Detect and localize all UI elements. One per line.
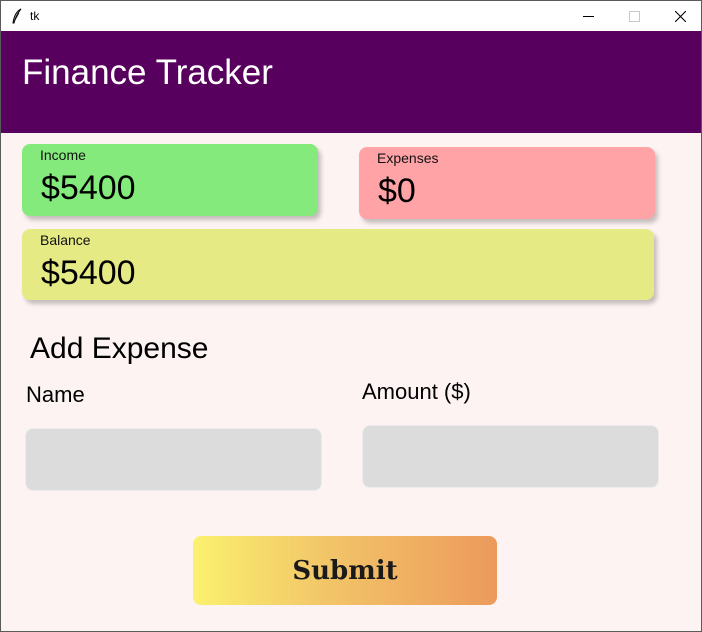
feather-icon [12, 8, 22, 24]
submit-button[interactable]: Submit [193, 536, 497, 605]
maximize-icon [629, 11, 640, 22]
add-expense-heading: Add Expense [30, 332, 209, 365]
balance-label: Balance [40, 232, 91, 248]
app-header: Finance Tracker [1, 31, 701, 133]
expenses-value: $0 [378, 172, 416, 210]
income-card: Income $5400 [22, 144, 318, 216]
name-label: Name [26, 382, 85, 407]
title-bar[interactable]: tk [1, 1, 701, 31]
window-title: tk [30, 9, 40, 23]
expenses-label: Expenses [377, 150, 439, 166]
maximize-button[interactable] [611, 1, 657, 31]
income-label: Income [40, 147, 86, 163]
amount-label: Amount ($) [362, 379, 471, 404]
close-icon [675, 11, 686, 22]
balance-value: $5400 [41, 254, 136, 292]
balance-card: Balance $5400 [22, 229, 654, 300]
close-button[interactable] [657, 1, 701, 31]
name-input[interactable] [25, 428, 322, 491]
minimize-button[interactable] [565, 1, 611, 31]
amount-input[interactable] [362, 425, 659, 488]
minimize-icon [583, 16, 594, 17]
app-title: Finance Tracker [22, 53, 273, 92]
income-value: $5400 [41, 169, 136, 207]
app-window: tk Finance Tracker Income $5400 Expenses… [0, 0, 702, 632]
expenses-card: Expenses $0 [359, 147, 655, 219]
